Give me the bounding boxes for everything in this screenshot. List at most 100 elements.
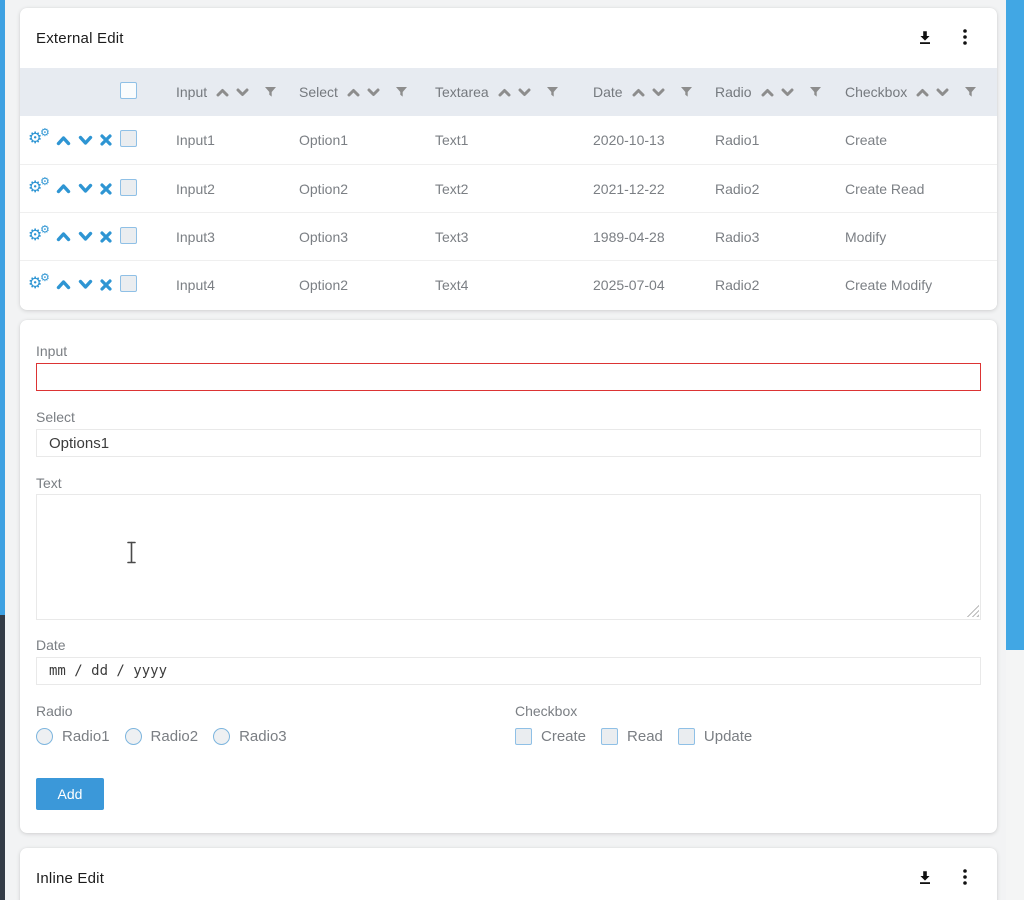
more-menu-button[interactable] — [961, 867, 969, 890]
header-checkbox-cell — [112, 82, 169, 102]
filter-icon[interactable] — [395, 86, 408, 98]
checkbox-group-label: Checkbox — [515, 702, 981, 720]
external-edit-titlebar: External Edit — [20, 8, 997, 68]
move-down-icon[interactable] — [78, 231, 93, 242]
sort-asc-icon[interactable] — [215, 88, 230, 97]
sort-asc-icon[interactable] — [760, 88, 775, 97]
radio-option-label: Radio1 — [62, 728, 110, 745]
cell-input: Input4 — [169, 277, 292, 293]
cell-radio: Radio2 — [708, 181, 838, 197]
more-menu-button[interactable] — [961, 27, 969, 50]
checkbox-option[interactable]: Create — [515, 728, 586, 745]
filter-icon[interactable] — [964, 86, 977, 98]
checkbox-group: Checkbox Create Read Update — [515, 702, 981, 745]
data-table: Input Select Textarea Date — [20, 68, 997, 308]
cell-radio: Radio3 — [708, 229, 838, 245]
cell-date: 1989-04-28 — [586, 229, 708, 245]
delete-icon[interactable] — [100, 134, 112, 146]
date-label: Date — [36, 636, 981, 654]
filter-icon[interactable] — [546, 86, 559, 98]
radio-option-label: Radio3 — [239, 728, 287, 745]
settings-icon[interactable]: ⚙⚙ — [28, 179, 49, 199]
filter-icon[interactable] — [680, 86, 693, 98]
filter-icon[interactable] — [264, 86, 277, 98]
cell-input: Input2 — [169, 181, 292, 197]
row-actions: ⚙⚙ — [20, 130, 112, 150]
kebab-menu-icon — [963, 869, 967, 888]
column-header-date: Date — [586, 84, 708, 100]
move-up-icon[interactable] — [56, 231, 71, 242]
checkbox-icon[interactable] — [601, 728, 618, 745]
download-button[interactable] — [915, 867, 935, 890]
sort-desc-icon[interactable] — [651, 88, 666, 97]
download-button[interactable] — [915, 27, 935, 50]
settings-icon[interactable]: ⚙⚙ — [28, 227, 49, 247]
select-all-checkbox[interactable] — [120, 82, 137, 99]
settings-icon[interactable]: ⚙⚙ — [28, 275, 49, 295]
cell-date: 2025-07-04 — [586, 277, 708, 293]
move-up-icon[interactable] — [56, 183, 71, 194]
checkbox-option[interactable]: Read — [601, 728, 663, 745]
radio-icon[interactable] — [36, 728, 53, 745]
delete-icon[interactable] — [100, 279, 112, 291]
radio-group: Radio Radio1 Radio2 Radio3 — [36, 702, 515, 745]
sort-asc-icon[interactable] — [497, 88, 512, 97]
row-checkbox[interactable] — [120, 275, 137, 292]
table-header-row: Input Select Textarea Date — [20, 68, 997, 116]
card-external-edit: External Edit Input — [20, 8, 997, 310]
move-down-icon[interactable] — [78, 279, 93, 290]
table-row: ⚙⚙ Input3 Option3 Text3 1989-04-28 Radio… — [20, 212, 997, 260]
sort-asc-icon[interactable] — [346, 88, 361, 97]
radio-option[interactable]: Radio2 — [125, 728, 199, 745]
row-checkbox-cell — [112, 227, 169, 247]
cell-select: Option2 — [292, 181, 428, 197]
row-checkbox[interactable] — [120, 130, 137, 147]
table-row: ⚙⚙ Input4 Option2 Text4 2025-07-04 Radio… — [20, 260, 997, 308]
radio-option[interactable]: Radio1 — [36, 728, 110, 745]
cell-checkbox: Create — [838, 132, 997, 148]
text-field[interactable] — [36, 494, 981, 620]
sort-desc-icon[interactable] — [235, 88, 250, 97]
input-field[interactable] — [36, 363, 981, 391]
move-down-icon[interactable] — [78, 135, 93, 146]
card-title: External Edit — [36, 30, 124, 47]
move-up-icon[interactable] — [56, 279, 71, 290]
column-label: Select — [299, 84, 338, 100]
column-header-input: Input — [169, 84, 292, 100]
column-header-select: Select — [292, 84, 428, 100]
sort-desc-icon[interactable] — [935, 88, 950, 97]
checkbox-icon[interactable] — [678, 728, 695, 745]
kebab-menu-icon — [963, 29, 967, 48]
delete-icon[interactable] — [100, 231, 112, 243]
titlebar-actions — [915, 867, 969, 890]
date-field[interactable]: mm / dd / yyyy — [36, 657, 981, 685]
sort-desc-icon[interactable] — [517, 88, 532, 97]
radio-option[interactable]: Radio3 — [213, 728, 287, 745]
download-icon — [917, 29, 933, 48]
sort-desc-icon[interactable] — [366, 88, 381, 97]
row-checkbox[interactable] — [120, 179, 137, 196]
radio-icon[interactable] — [213, 728, 230, 745]
card-inline-edit: Inline Edit — [20, 848, 997, 900]
checkbox-icon[interactable] — [515, 728, 532, 745]
cell-checkbox: Modify — [838, 229, 997, 245]
row-actions: ⚙⚙ — [20, 179, 112, 199]
select-field[interactable]: Options1 — [36, 429, 981, 457]
textarea-wrap — [36, 494, 981, 620]
settings-icon[interactable]: ⚙⚙ — [28, 130, 49, 150]
table-body: ⚙⚙ Input1 Option1 Text1 2020-10-13 Radio… — [20, 116, 997, 308]
delete-icon[interactable] — [100, 183, 112, 195]
text-cursor-icon — [126, 541, 137, 569]
sort-asc-icon[interactable] — [915, 88, 930, 97]
sort-desc-icon[interactable] — [780, 88, 795, 97]
radio-icon[interactable] — [125, 728, 142, 745]
add-button[interactable]: Add — [36, 778, 104, 810]
filter-icon[interactable] — [809, 86, 822, 98]
move-down-icon[interactable] — [78, 183, 93, 194]
sort-asc-icon[interactable] — [631, 88, 646, 97]
row-checkbox[interactable] — [120, 227, 137, 244]
cell-checkbox: Create Read — [838, 181, 997, 197]
right-scrollbar-thumb[interactable] — [1006, 0, 1024, 650]
move-up-icon[interactable] — [56, 135, 71, 146]
checkbox-option[interactable]: Update — [678, 728, 752, 745]
